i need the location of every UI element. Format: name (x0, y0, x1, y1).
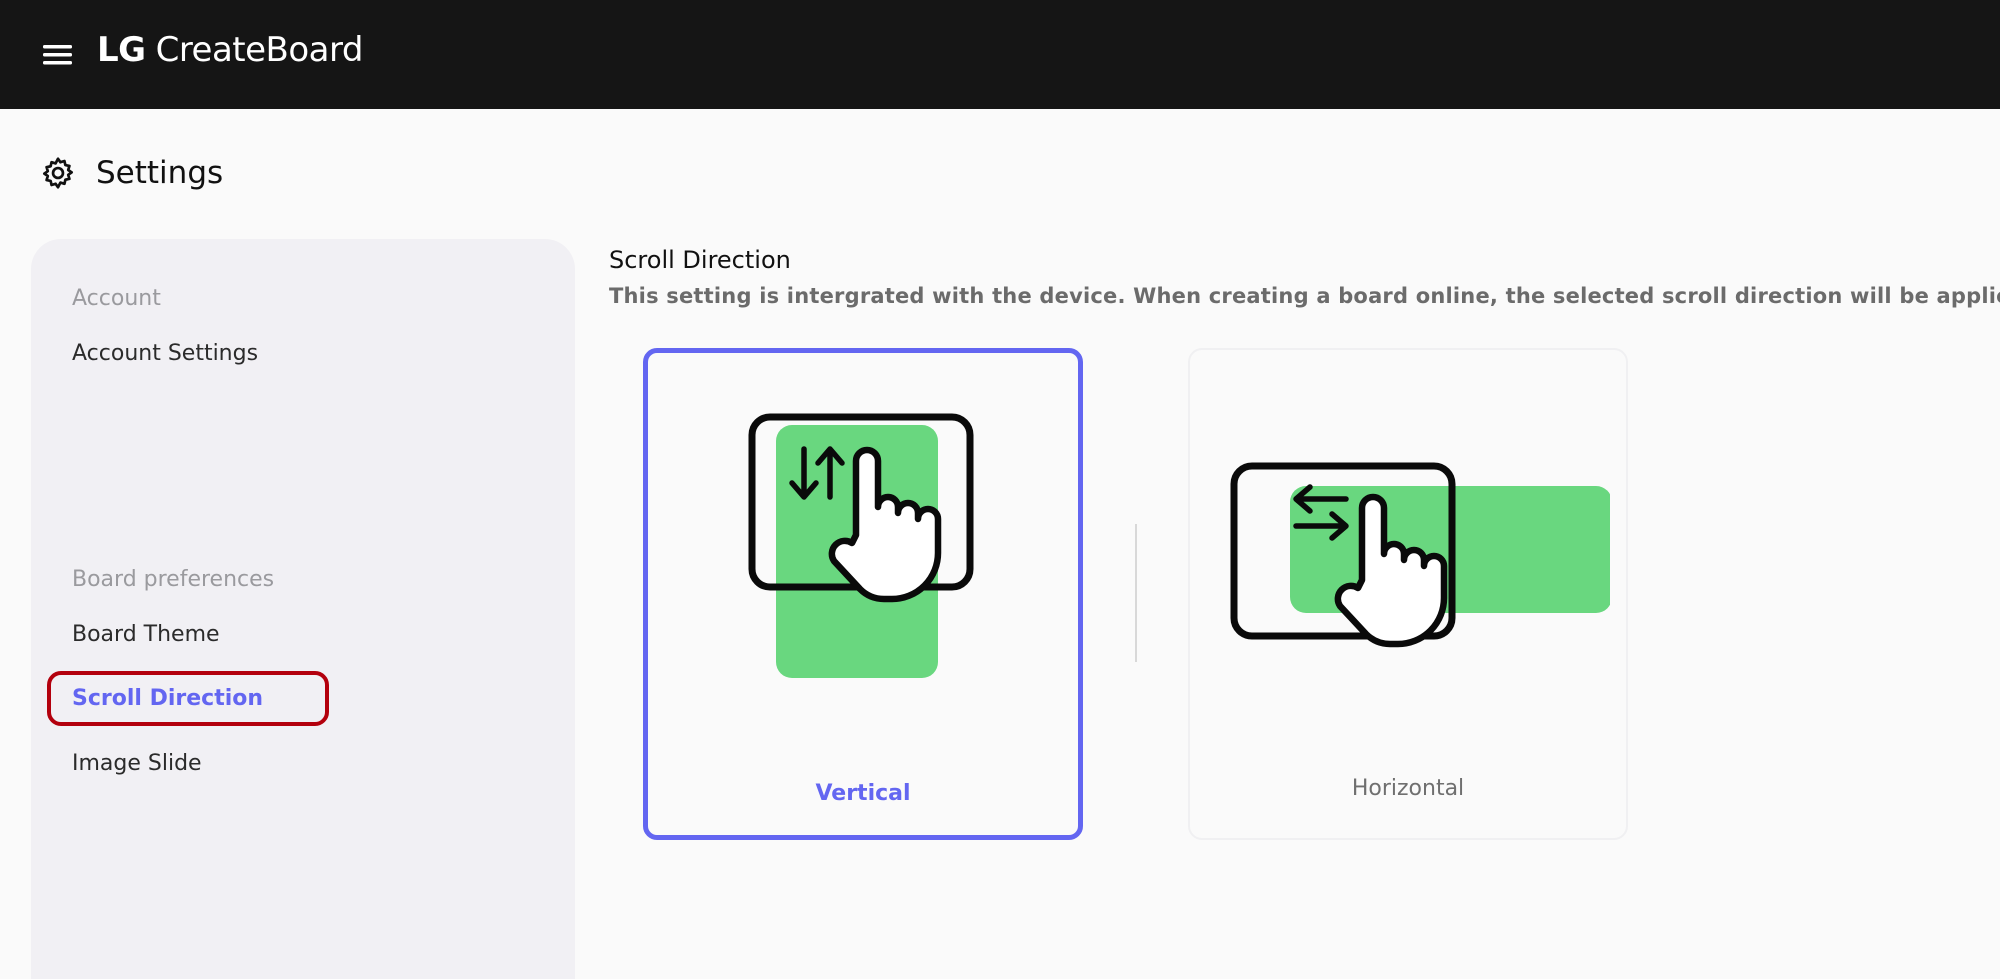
section-description: This setting is intergrated with the dev… (609, 284, 2000, 308)
brand-lg: LG (97, 30, 146, 70)
settings-sidebar: Account Account Settings Board preferenc… (31, 239, 575, 979)
top-bar: LG CreateBoard (0, 0, 2000, 109)
gear-icon (40, 155, 76, 191)
sidebar-item-account-settings[interactable]: Account Settings (72, 341, 258, 366)
sidebar-item-board-theme[interactable]: Board Theme (72, 622, 220, 647)
section-label-account: Account (72, 286, 161, 311)
scroll-option-horizontal[interactable]: Horizontal (1188, 348, 1628, 840)
section-title: Scroll Direction (609, 246, 791, 274)
horizontal-scroll-icon (1230, 462, 1610, 648)
sidebar-item-image-slide[interactable]: Image Slide (72, 751, 202, 776)
option-label-horizontal: Horizontal (1351, 776, 1465, 801)
page-header: Settings (40, 155, 223, 191)
scroll-option-vertical[interactable]: Vertical (643, 348, 1083, 840)
vertical-scroll-icon (748, 413, 974, 678)
option-label-vertical: Vertical (815, 781, 911, 806)
brand-name: CreateBoard (155, 30, 364, 70)
options-divider (1135, 524, 1137, 662)
hamburger-menu-icon[interactable] (40, 40, 76, 70)
sidebar-item-scroll-direction[interactable]: Scroll Direction (72, 686, 263, 711)
section-label-board-preferences: Board preferences (72, 567, 275, 592)
app-logo[interactable]: LG CreateBoard (97, 30, 363, 70)
page-title: Settings (96, 155, 224, 191)
